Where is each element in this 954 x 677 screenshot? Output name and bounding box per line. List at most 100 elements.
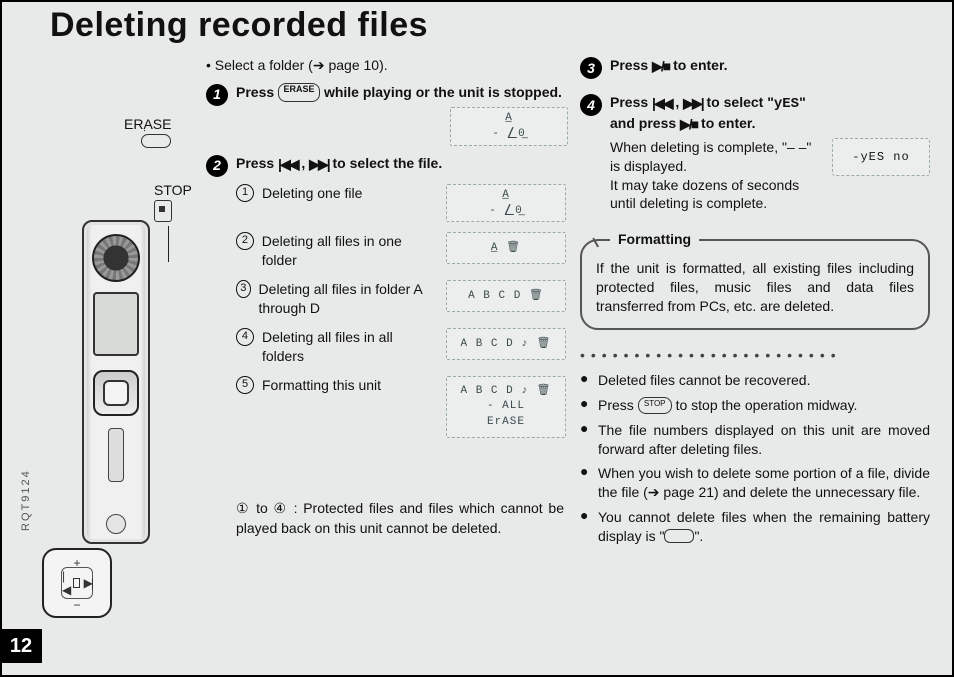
step-2-body: Press |◀◀ , ▶▶| to select the file. 1 De…	[236, 154, 566, 438]
battery-empty-icon	[664, 529, 694, 543]
step-2-footnote: ① to ④ : Protected files and files which…	[236, 498, 564, 539]
step-4-l1b: ,	[675, 94, 683, 110]
step-number-icon: 1	[206, 84, 228, 106]
step-2-mid: ,	[301, 155, 309, 171]
recorder-dpad-icon	[93, 370, 139, 416]
step-2-post: to select the file.	[333, 155, 443, 171]
footnote-range: ① to ④ :	[236, 500, 303, 516]
note-item: ● The file numbers displayed on this uni…	[580, 421, 930, 459]
divider-dots: ••••••••••••••••••••••••	[580, 346, 930, 365]
circled-number-icon: 4	[236, 328, 254, 346]
step-3-body: Press ▶/■ to enter.	[610, 56, 930, 76]
manual-page: 12 RQT9124 Deleting recorded files ERASE…	[0, 0, 954, 677]
guide-line	[144, 130, 145, 235]
formatting-text: If the unit is formatted, all existing f…	[596, 260, 914, 314]
step-4-l1d: "	[799, 94, 806, 110]
formatting-caption: Formatting	[610, 230, 699, 249]
lcd-line: A B C D ♪ 🗑	[461, 337, 552, 352]
step-2: 2 Press |◀◀ , ▶▶| to select the file. 1 …	[206, 154, 566, 438]
prev-icon: |◀◀	[278, 155, 297, 174]
right-column: 3 Press ▶/■ to enter. 4 Press |◀◀ , ▶▶| …	[580, 56, 930, 546]
erase-button-icon	[141, 134, 171, 148]
next-icon: ▶▶|	[309, 155, 328, 174]
lcd-line: ErASE	[487, 415, 525, 430]
minus-icon: −	[73, 598, 80, 612]
step-4-l1a: Press	[610, 94, 652, 110]
step-number-icon: 2	[206, 155, 228, 177]
step-4-body2: It may take dozens of seconds until dele…	[610, 177, 799, 212]
step-number-icon: 4	[580, 94, 602, 116]
step-2-item: 4 Deleting all files in all folders A B …	[236, 328, 566, 366]
lcd-yes-no: -yES no	[832, 138, 930, 176]
page-title: Deleting recorded files	[50, 6, 428, 45]
step-3: 3 Press ▶/■ to enter.	[580, 56, 930, 79]
step-3-post: to enter.	[673, 57, 727, 73]
step-1-pre: Press	[236, 84, 278, 100]
formatting-box: Formatting If the unit is formatted, all…	[580, 239, 930, 330]
step-number-icon: 3	[580, 57, 602, 79]
next-icon: ▶▶|	[683, 94, 702, 113]
bullet-icon: ●	[580, 396, 592, 415]
lcd-display: A B C D ♪ 🗑 - ALL ErASE	[446, 376, 566, 438]
step-4: 4 Press |◀◀ , ▶▶| to select "yES" and pr…	[580, 93, 930, 213]
recorder-dot-icon	[106, 514, 126, 534]
guide-line	[168, 226, 169, 262]
step-4-body1: When deleting is complete, "– –" is disp…	[610, 139, 811, 174]
recorder-slider-icon	[108, 428, 124, 482]
label-erase: ERASE	[124, 116, 171, 151]
step-2-item: 1 Deleting one file A̲ - ⎳0̲	[236, 184, 566, 223]
lcd-line: A̲	[505, 111, 513, 126]
play-stop-icon: ▶/■	[680, 115, 697, 134]
bullet-icon: ●	[580, 371, 592, 390]
step-4-l1c: to select "	[707, 94, 774, 110]
sub-text: Deleting all files in one folder	[262, 232, 442, 270]
sub-text: Deleting one file	[262, 184, 442, 203]
lcd-line: - ⎳0̲	[489, 204, 522, 219]
erase-oval-icon: ERASE	[278, 83, 320, 102]
note-text: Deleted files cannot be recovered.	[598, 371, 810, 390]
circled-number-icon: 1	[236, 184, 254, 202]
note-item: ● Deleted files cannot be recovered.	[580, 371, 930, 390]
label-stop-text: STOP	[154, 182, 192, 198]
note-item: ● Press STOP to stop the operation midwa…	[580, 396, 930, 415]
bullet-icon: ●	[580, 464, 592, 502]
voice-recorder-icon	[82, 220, 150, 544]
step-4-l2a: and press	[610, 115, 680, 131]
lcd-display: A̲ 🗑	[446, 232, 566, 264]
lcd-display: A̲ - ⎳0̲	[446, 184, 566, 223]
intro-bullet: • Select a folder (➔ page 10).	[206, 56, 566, 75]
lcd-line: A B C D 🗑	[468, 289, 544, 304]
sub-text: Deleting all files in all folders	[262, 328, 442, 366]
notes-list: ● Deleted files cannot be recovered. ● P…	[580, 371, 930, 546]
label-erase-text: ERASE	[124, 116, 171, 132]
step-4-l2b: to enter.	[701, 115, 755, 131]
step-2-item: 3 Deleting all files in folder A through…	[236, 280, 566, 318]
lcd-display: A B C D 🗑	[446, 280, 566, 312]
stop-button-icon	[154, 200, 172, 222]
lcd-line: A B C D ♪ 🗑	[461, 384, 552, 399]
plus-icon: +	[73, 556, 80, 570]
note-item: ● You cannot delete files when the remai…	[580, 508, 930, 546]
recorder-screen-icon	[93, 292, 139, 356]
circled-number-icon: 2	[236, 232, 254, 250]
remote-pad-icon: + |◀ ▶| −	[42, 548, 112, 618]
box-tick-icon	[592, 233, 607, 248]
bullet-icon: ●	[580, 421, 592, 459]
bullet-icon: ●	[580, 508, 592, 546]
note-text: The file numbers displayed on this unit …	[598, 421, 930, 459]
step-1-post: while playing or the unit is stopped.	[324, 84, 562, 100]
lcd-line: A̲ 🗑	[491, 241, 521, 256]
step-4-body: Press |◀◀ , ▶▶| to select "yES" and pres…	[610, 93, 930, 213]
note-text: You cannot delete files when the remaini…	[598, 508, 930, 546]
step-2-item: 2 Deleting all files in one folder A̲ 🗑	[236, 232, 566, 270]
circled-number-icon: 3	[236, 280, 251, 298]
stop-oval-icon: STOP	[638, 397, 672, 414]
stop-glyph-icon	[73, 578, 81, 588]
note-item: ● When you wish to delete some portion o…	[580, 464, 930, 502]
sub-text: Formatting this unit	[262, 376, 442, 395]
step-2-pre: Press	[236, 155, 278, 171]
note-text: Press STOP to stop the operation midway.	[598, 396, 857, 415]
lcd-line: A̲	[502, 188, 510, 203]
page-number-tab: 12	[0, 629, 42, 663]
note-text: When you wish to delete some portion of …	[598, 464, 930, 502]
